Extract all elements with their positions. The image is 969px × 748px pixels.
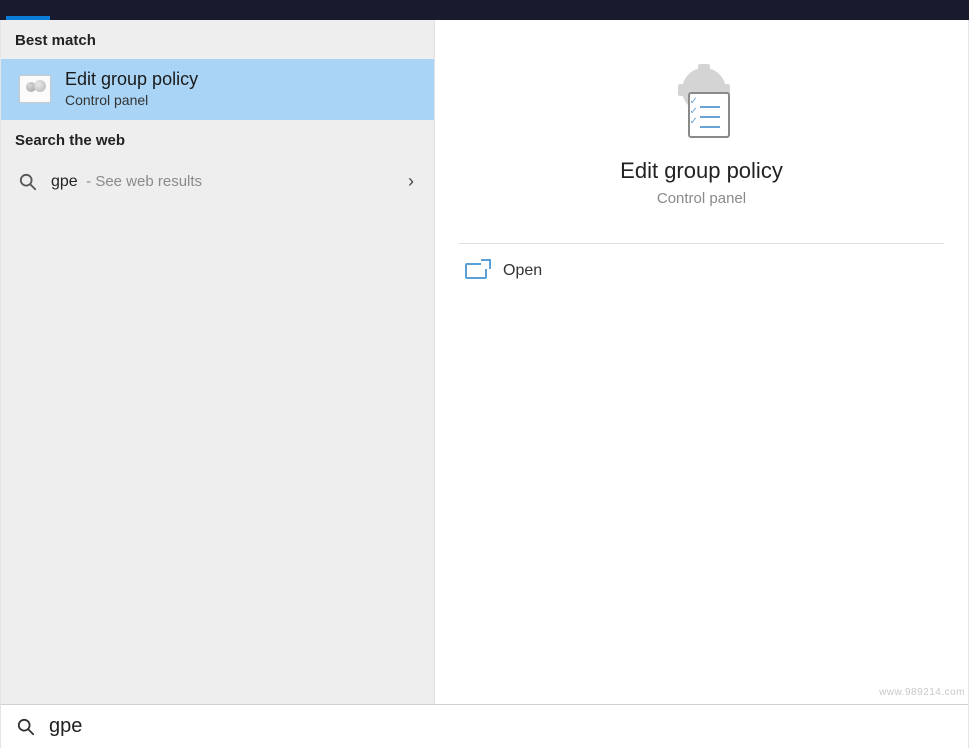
control-panel-icon <box>19 75 51 103</box>
best-match-result[interactable]: Edit group policy Control panel <box>1 59 434 120</box>
title-bar <box>0 0 969 20</box>
search-results-window: Best match Edit group policy Control pan… <box>0 20 969 704</box>
search-web-header: Search the web <box>1 120 434 159</box>
best-match-text: Edit group policy Control panel <box>65 69 198 108</box>
tab-accent <box>6 16 50 20</box>
open-icon <box>465 263 487 279</box>
results-detail-panel: Edit group policy Control panel Open <box>435 20 968 704</box>
web-result-hint: - See web results <box>86 173 202 190</box>
best-match-header: Best match <box>1 20 434 59</box>
taskbar-search-box[interactable] <box>0 704 969 748</box>
detail-title: Edit group policy <box>620 158 783 184</box>
open-action[interactable]: Open <box>435 244 968 298</box>
search-icon <box>19 173 37 191</box>
search-input[interactable] <box>49 715 952 738</box>
chevron-right-icon: › <box>408 171 420 192</box>
search-icon <box>17 718 35 736</box>
best-match-title: Edit group policy <box>65 69 198 90</box>
group-policy-hero-icon <box>666 68 738 140</box>
detail-subtitle: Control panel <box>657 190 746 207</box>
best-match-subtitle: Control panel <box>65 92 198 108</box>
watermark: www.989214.com <box>879 687 965 698</box>
web-search-result[interactable]: gpe - See web results › <box>1 159 434 204</box>
results-left-panel: Best match Edit group policy Control pan… <box>1 20 435 704</box>
web-result-query: gpe <box>51 173 78 190</box>
detail-header: Edit group policy Control panel <box>435 20 968 243</box>
open-action-label: Open <box>503 262 542 280</box>
